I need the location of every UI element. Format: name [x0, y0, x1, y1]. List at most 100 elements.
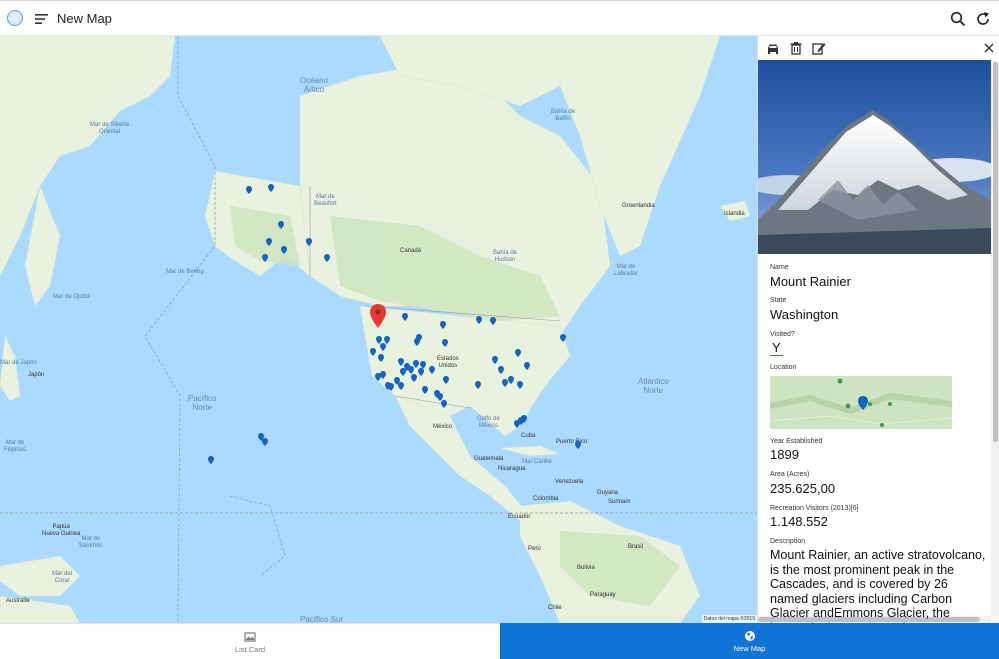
map-pin[interactable] — [521, 415, 527, 423]
map-pin[interactable] — [490, 317, 496, 325]
sea-label-east-siberian: Mar de Siberia Oriental — [90, 122, 130, 135]
map-pin[interactable] — [475, 381, 481, 389]
map-pin[interactable] — [411, 374, 417, 382]
map-pin[interactable] — [502, 379, 508, 387]
map-pin[interactable] — [266, 238, 272, 246]
map-pin[interactable] — [402, 313, 408, 321]
panel-scrollbar[interactable] — [991, 60, 999, 616]
map-pin[interactable] — [440, 321, 446, 329]
detail-panel: Name Mount Rainier State Washington Visi… — [757, 36, 999, 623]
map-pin[interactable] — [380, 343, 386, 351]
map-pin[interactable] — [429, 366, 435, 374]
tab-list-card[interactable]: List Card — [0, 623, 500, 659]
tab-list-card-label: List Card — [234, 645, 265, 654]
map-pin[interactable] — [398, 358, 404, 366]
country-label-venezuela: Venezuela — [555, 479, 584, 485]
close-icon[interactable] — [982, 41, 996, 55]
map-pin[interactable] — [262, 438, 268, 446]
map-pin[interactable] — [208, 456, 214, 464]
location-label: Location — [770, 364, 797, 371]
map-pin[interactable] — [278, 221, 284, 229]
map-pin[interactable] — [418, 368, 424, 376]
map-pin[interactable] — [281, 246, 287, 254]
ocean-label-atlantic: Atlántico Norte — [638, 377, 669, 395]
map-pin[interactable] — [498, 366, 504, 374]
map-pin[interactable] — [517, 381, 523, 389]
ocean-label-pacific-north: Pacífico Norte — [188, 394, 217, 412]
sea-label-caribbean: Mar Caribe — [522, 459, 552, 465]
sea-label-solomon: Mar de Salomón — [79, 536, 103, 549]
panel-toolbar — [758, 36, 999, 60]
map-pin[interactable] — [508, 376, 514, 384]
map-attribution: Datos del mapa ©2019 — [701, 615, 757, 623]
country-label-mexico: México — [433, 424, 453, 430]
map-pin[interactable] — [492, 356, 498, 364]
tab-new-map[interactable]: New Map — [500, 623, 999, 659]
search-icon[interactable] — [950, 11, 966, 27]
map-pin[interactable] — [378, 354, 384, 362]
country-label-japan: Japón — [28, 372, 45, 378]
map-pin[interactable] — [398, 382, 404, 390]
ocean-label-pacific-south: Pacífico Sur — [300, 615, 344, 623]
app-header: New Map — [0, 0, 999, 36]
visitors-label: Recreation Visitors (2013)[6] — [770, 505, 859, 512]
map-pin[interactable] — [375, 373, 381, 381]
selected-map-pin[interactable] — [370, 304, 386, 328]
map-pin[interactable] — [262, 254, 268, 262]
map-pin[interactable] — [268, 184, 274, 192]
visited-value[interactable]: Y — [770, 340, 783, 356]
ocean-label-arctic: Océano Ártico — [300, 76, 329, 94]
sea-label-beaufort: Mar de Beaufort — [314, 194, 337, 207]
map-pin[interactable] — [413, 360, 419, 368]
country-label-ecuador: Ecuador — [508, 514, 531, 520]
map-pin[interactable] — [385, 382, 391, 390]
map-pin[interactable] — [404, 363, 410, 371]
page-title: New Map — [57, 11, 112, 26]
sea-label-japan: Mar de Japón — [0, 360, 37, 366]
map-pin[interactable] — [560, 334, 566, 342]
car-icon[interactable] — [766, 41, 780, 55]
visited-field: Y — [770, 340, 783, 356]
map-pin[interactable] — [324, 254, 330, 262]
map-pin[interactable] — [422, 386, 428, 394]
visited-label: Visited? — [770, 331, 795, 338]
map-pin[interactable] — [515, 349, 521, 357]
map-pin[interactable] — [414, 338, 420, 346]
map-pin[interactable] — [442, 339, 448, 347]
area-label: Area (Acres) — [770, 471, 810, 478]
map-pin[interactable] — [524, 362, 530, 370]
year-value: 1899 — [770, 447, 799, 462]
description-value: Mount Rainier, an active stratovolcano, … — [770, 548, 986, 623]
country-label-peru: Perú — [528, 546, 541, 552]
year-label: Year Established — [770, 438, 823, 445]
map-pin[interactable] — [384, 336, 390, 344]
map-pin[interactable] — [370, 348, 376, 356]
country-label-colombia: Colombia — [533, 496, 559, 502]
sea-label-philippine: Mar de Filipinas — [4, 440, 27, 453]
country-label-greenland: Groenlandia — [622, 203, 655, 209]
state-value: Washington — [770, 307, 839, 322]
list-card-icon — [244, 632, 256, 642]
location-map-preview[interactable] — [770, 376, 952, 429]
map-pin[interactable] — [306, 238, 312, 246]
refresh-icon[interactable] — [975, 11, 991, 27]
trash-icon[interactable] — [789, 41, 803, 55]
map-view[interactable]: Océano Ártico Pacífico Norte Atlántico Nort… — [0, 36, 757, 623]
park-photo — [758, 60, 991, 254]
map-pin[interactable] — [514, 420, 520, 428]
menu-icon[interactable] — [35, 12, 49, 26]
map-pin[interactable] — [575, 441, 581, 449]
country-label-guyana: Guyana — [597, 490, 619, 496]
country-label-bolivia: Bolivia — [577, 565, 595, 571]
globe-icon[interactable] — [7, 10, 23, 26]
map-pin[interactable] — [246, 186, 252, 194]
country-label-cuba: Cuba — [521, 433, 536, 439]
edit-icon[interactable] — [812, 41, 826, 55]
country-label-usa: Estados Unidos — [437, 356, 459, 369]
sea-label-gulf-mexico: Golfo de México — [477, 416, 500, 429]
country-label-paraguay: Paraguay — [590, 592, 616, 598]
map-pin[interactable] — [476, 316, 482, 324]
map-pin[interactable] — [441, 400, 447, 408]
map-pin[interactable] — [443, 376, 449, 384]
country-label-surinam: Surinam — [608, 499, 631, 505]
